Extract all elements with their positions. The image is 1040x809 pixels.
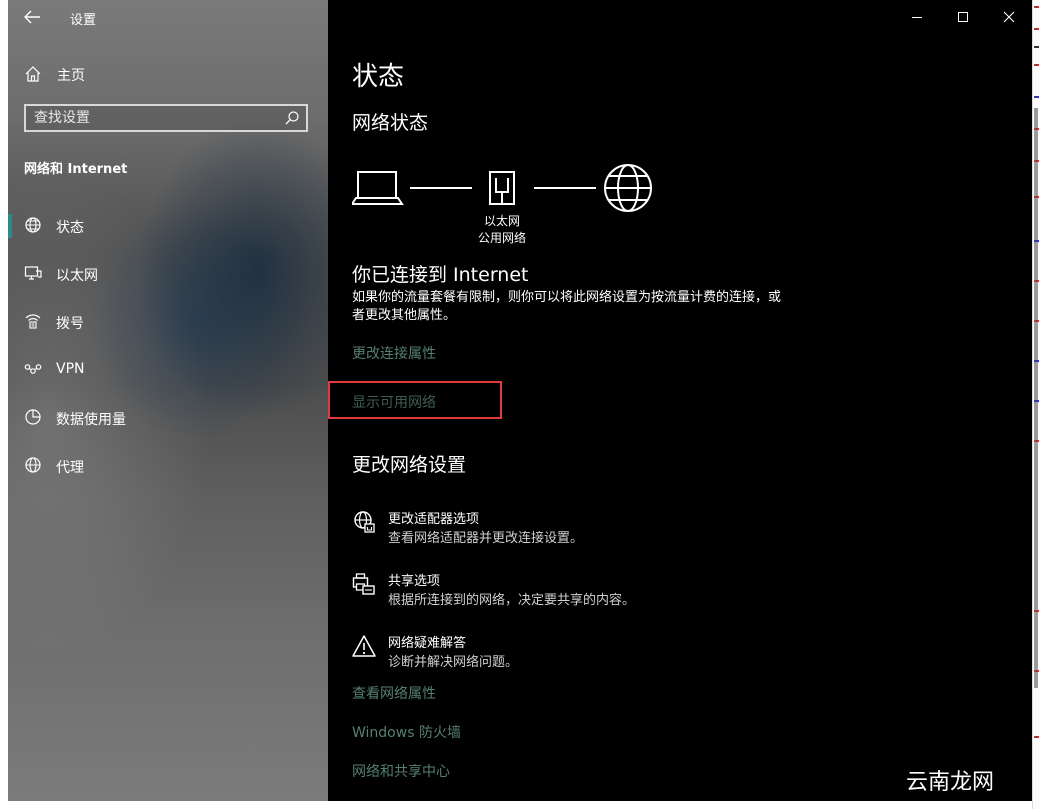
sidebar-item-label: 代理: [56, 460, 84, 476]
search-icon[interactable]: [284, 110, 300, 126]
warning-triangle-icon: [352, 634, 376, 658]
sidebar-item-label: 拨号: [56, 316, 84, 332]
main-content: 状态 网络状态 以太网 公用网络 你已连接到 Internet 如果你的流量套餐…: [328, 0, 1032, 801]
view-network-properties-link[interactable]: 查看网络属性: [352, 683, 436, 703]
minimize-button[interactable]: [894, 0, 940, 34]
option-title: 共享选项: [388, 574, 441, 589]
sidebar-item-label: 以太网: [56, 268, 98, 284]
sidebar-item-vpn[interactable]: VPN: [8, 346, 328, 394]
sidebar-nav: 状态 以太网 拨号 VPN 数据使用量 代理: [8, 202, 328, 490]
change-network-settings-heading: 更改网络设置: [352, 454, 467, 476]
laptop-icon: [352, 171, 404, 205]
sidebar-item-proxy[interactable]: 代理: [8, 442, 328, 490]
settings-window: 设置 主页 网络和 Internet 状态: [8, 0, 1032, 801]
ethernet-icon: [24, 264, 42, 282]
home-icon: [24, 65, 42, 83]
watermark-text: 云南龙网: [906, 770, 995, 795]
sharing-options-item[interactable]: 共享选项 根据所连接到的网络，决定要共享的内容。: [352, 570, 772, 614]
home-label: 主页: [57, 68, 85, 84]
sidebar-item-status[interactable]: 状态: [8, 202, 328, 250]
adapter-options-item[interactable]: 更改适配器选项 查看网络适配器并更改连接设置。: [352, 508, 772, 552]
title-bar: 设置: [8, 0, 328, 34]
ethernet-port-icon: [489, 171, 515, 205]
background-editor-strip: [1032, 0, 1040, 809]
editor-scrollbar: [1034, 108, 1038, 688]
proxy-globe-icon: [24, 456, 42, 474]
search-input[interactable]: [34, 109, 274, 127]
maximize-icon: [958, 12, 968, 22]
window-controls: [894, 0, 1032, 34]
close-button[interactable]: [986, 0, 1032, 34]
dialup-icon: [24, 312, 42, 330]
sidebar-item-dialup[interactable]: 拨号: [8, 298, 328, 346]
network-name: 以太网: [483, 214, 520, 228]
globe-status-icon: [24, 216, 42, 234]
minimize-icon: [912, 17, 922, 18]
sidebar-section-title: 网络和 Internet: [24, 162, 128, 177]
windows-firewall-link[interactable]: Windows 防火墙: [352, 722, 461, 742]
connection-description: 如果你的流量套餐有限制，则你可以将此网络设置为按流量计费的连接，或者更改其他属性…: [352, 290, 782, 323]
option-title: 网络疑难解答: [388, 636, 467, 651]
sidebar-item-label: VPN: [56, 361, 85, 377]
change-connection-properties-link[interactable]: 更改连接属性: [352, 343, 436, 363]
data-usage-icon: [24, 408, 42, 426]
internet-globe-icon: [604, 164, 652, 212]
option-description: 查看网络适配器并更改连接设置。: [388, 531, 584, 546]
home-nav-item[interactable]: 主页: [24, 62, 304, 86]
network-sharing-center-link[interactable]: 网络和共享中心: [352, 761, 450, 781]
option-description: 根据所连接到的网络，决定要共享的内容。: [388, 593, 636, 608]
page-title: 状态: [352, 62, 405, 92]
network-type: 公用网络: [477, 231, 526, 245]
sharing-printer-icon: [352, 572, 376, 596]
vpn-icon: [24, 360, 42, 378]
adapter-globe-icon: [352, 510, 376, 534]
active-indicator: [8, 214, 12, 238]
sidebar-item-ethernet[interactable]: 以太网: [8, 250, 328, 298]
sidebar: 设置 主页 网络和 Internet 状态: [8, 0, 328, 801]
network-status-heading: 网络状态: [352, 112, 429, 134]
search-box[interactable]: [24, 104, 308, 132]
maximize-button[interactable]: [940, 0, 986, 34]
app-title: 设置: [70, 13, 97, 28]
option-description: 诊断并解决网络问题。: [388, 655, 519, 670]
back-arrow-icon[interactable]: [22, 8, 42, 26]
sidebar-item-label: 状态: [56, 220, 84, 236]
highlight-box: [328, 381, 502, 419]
close-icon: [1003, 11, 1015, 23]
sidebar-item-data-usage[interactable]: 数据使用量: [8, 394, 328, 442]
sidebar-item-label: 数据使用量: [56, 412, 126, 428]
connected-heading: 你已连接到 Internet: [352, 264, 529, 286]
option-title: 更改适配器选项: [388, 512, 480, 527]
troubleshoot-item[interactable]: 网络疑难解答 诊断并解决网络问题。: [352, 632, 772, 676]
